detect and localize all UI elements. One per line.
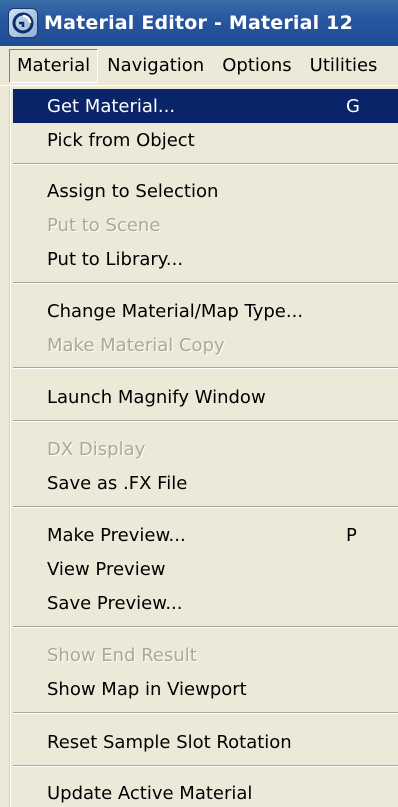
menu-item-change-material-map-type[interactable]: Change Material/Map Type... bbox=[13, 294, 398, 328]
menu-item-pick-from-object[interactable]: Pick from Object bbox=[13, 123, 398, 157]
menu-item-label: Make Material Copy bbox=[47, 334, 225, 356]
menu-material[interactable]: Material bbox=[9, 48, 99, 83]
menu-item-label: Get Material... bbox=[47, 95, 176, 117]
menu-item-put-to-library[interactable]: Put to Library... bbox=[13, 242, 398, 276]
menu-separator bbox=[13, 712, 398, 714]
menu-separator bbox=[13, 420, 398, 422]
menu-item-reset-sample-slot-rotation[interactable]: Reset Sample Slot Rotation bbox=[13, 725, 398, 759]
menu-item-label: Change Material/Map Type... bbox=[47, 300, 304, 322]
menu-item-launch-magnify-window[interactable]: Launch Magnify Window bbox=[13, 380, 398, 414]
menu-separator bbox=[13, 765, 398, 767]
menu-item-label: Show End Result bbox=[47, 644, 197, 666]
menu-item-label: Put to Scene bbox=[47, 214, 161, 236]
menu-item-shortcut: P bbox=[346, 524, 357, 546]
title-bar[interactable]: Material Editor - Material 12 bbox=[0, 0, 398, 46]
menu-item-save-preview[interactable]: Save Preview... bbox=[13, 586, 398, 620]
3ds-max-logo-icon bbox=[8, 8, 38, 38]
window-title: Material Editor - Material 12 bbox=[44, 12, 354, 34]
menu-item-put-to-scene: Put to Scene bbox=[13, 208, 398, 242]
menu-separator bbox=[13, 506, 398, 508]
menu-item-label: Show Map in Viewport bbox=[47, 678, 247, 700]
menu-item-assign-to-selection[interactable]: Assign to Selection bbox=[13, 174, 398, 208]
menu-item-label: Reset Sample Slot Rotation bbox=[47, 731, 292, 753]
menu-item-label: Pick from Object bbox=[47, 129, 195, 151]
menu-item-update-active-material[interactable]: Update Active Material bbox=[13, 776, 398, 807]
menu-bar: Material Navigation Options Utilities bbox=[0, 46, 398, 86]
menu-utilities[interactable]: Utilities bbox=[301, 49, 387, 83]
menu-item-view-preview[interactable]: View Preview bbox=[13, 552, 398, 586]
menu-separator bbox=[13, 626, 398, 628]
menu-item-make-preview[interactable]: Make Preview... P bbox=[13, 518, 398, 552]
menu-item-shortcut: G bbox=[346, 95, 360, 117]
menu-item-save-as-fx-file[interactable]: Save as .FX File bbox=[13, 466, 398, 500]
menu-separator bbox=[13, 282, 398, 284]
menu-item-show-end-result: Show End Result bbox=[13, 638, 398, 672]
menu-item-label: Assign to Selection bbox=[47, 180, 219, 202]
menu-options[interactable]: Options bbox=[213, 49, 300, 83]
menu-item-dx-display: DX Display bbox=[13, 432, 398, 466]
menu-item-get-material[interactable]: Get Material... G bbox=[13, 89, 398, 123]
menu-item-label: Save as .FX File bbox=[47, 472, 188, 494]
menu-item-label: Launch Magnify Window bbox=[47, 386, 266, 408]
menu-item-label: Put to Library... bbox=[47, 248, 184, 270]
menu-item-make-material-copy: Make Material Copy bbox=[13, 328, 398, 362]
menu-item-label: View Preview bbox=[47, 558, 166, 580]
menu-item-label: Save Preview... bbox=[47, 592, 183, 614]
menu-navigation[interactable]: Navigation bbox=[98, 49, 213, 83]
menu-item-show-map-in-viewport[interactable]: Show Map in Viewport bbox=[13, 672, 398, 706]
menu-separator bbox=[13, 367, 398, 369]
menu-item-label: Make Preview... bbox=[47, 524, 186, 546]
material-dropdown-menu: Get Material... G Pick from Object Assig… bbox=[9, 86, 398, 807]
menu-item-label: Update Active Material bbox=[47, 782, 253, 804]
menu-item-label: DX Display bbox=[47, 438, 146, 460]
menu-separator bbox=[13, 163, 398, 165]
